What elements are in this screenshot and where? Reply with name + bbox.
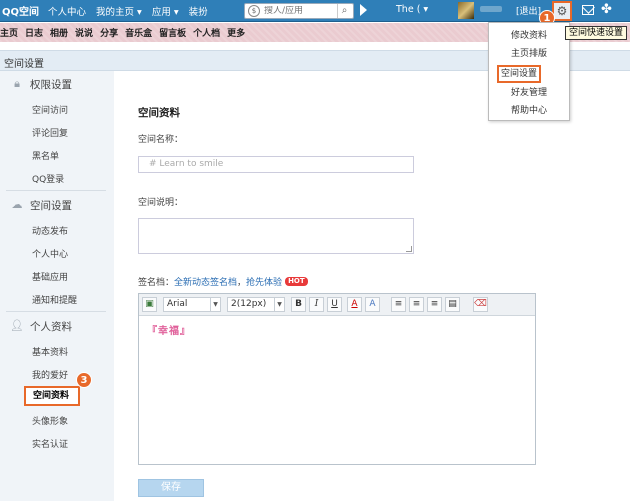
dropdown-space-settings[interactable]: 空间设置 xyxy=(497,65,541,83)
space-name-label: 空间名称： xyxy=(138,135,184,145)
signature-label: 签名档： xyxy=(138,278,175,288)
sidebar-item-basic-profile[interactable]: 基本资料 xyxy=(32,345,68,358)
sidebar-group-permissions[interactable]: 🔒︎ 权限设置 xyxy=(10,75,72,93)
dropdown-friend-management[interactable]: 好友管理 xyxy=(489,84,569,102)
chevron-down-icon: ▼ xyxy=(274,298,284,311)
font-size-select[interactable]: 2(12px) ▼ xyxy=(227,297,285,312)
page-title: 空间设置 xyxy=(4,59,44,70)
section-title: 空间资料 xyxy=(138,107,180,119)
sidebar-item-qq-login[interactable]: QQ登录 xyxy=(32,172,64,185)
nav-decorate[interactable]: 装扮 xyxy=(189,4,208,18)
top-bar: QQ空间 个人中心 我的主页 ▾ 应用 ▾ 装扮 $ ⌕ The ( ▾ [退出… xyxy=(0,0,630,22)
align-justify-icon[interactable]: ▤ xyxy=(445,297,460,312)
space-desc-label: 空间说明： xyxy=(138,198,184,208)
sidebar-group-label: 权限设置 xyxy=(30,78,72,91)
sidebar: 🔒︎ 权限设置 空间访问 评论回复 黑名单 QQ登录 ☁ 空间设置 动态发布 个… xyxy=(0,71,114,501)
sidebar-group-space-settings[interactable]: ☁ 空间设置 xyxy=(10,196,73,214)
lock-icon: 🔒︎ xyxy=(14,77,20,90)
menu-shuoshuo[interactable]: 说说 xyxy=(75,26,93,39)
sidebar-item-real-name[interactable]: 实名认证 xyxy=(32,437,68,450)
align-right-icon[interactable]: ≡ xyxy=(427,297,442,312)
sidebar-group-label: 空间设置 xyxy=(30,199,72,212)
divider xyxy=(6,190,106,191)
try-first-link[interactable]: 抢先体验 xyxy=(246,275,282,288)
font-family-select[interactable]: Arial ▼ xyxy=(163,297,221,312)
username-blurred[interactable] xyxy=(480,6,502,12)
chevron-down-icon: ▼ xyxy=(210,298,220,311)
text-effect-icon[interactable]: A xyxy=(365,297,380,312)
hot-badge: HOT xyxy=(285,277,308,286)
menu-music[interactable]: 音乐盒 xyxy=(125,26,152,39)
editor-content[interactable]: 『幸福』 xyxy=(147,322,191,337)
underline-icon[interactable]: U xyxy=(327,297,342,312)
avatar[interactable] xyxy=(458,2,474,19)
gear-tooltip: 空间快速设置 xyxy=(565,26,628,40)
sidebar-item-space-access[interactable]: 空间访问 xyxy=(32,103,68,116)
search-input[interactable] xyxy=(264,6,334,16)
save-button[interactable]: 保存 xyxy=(138,479,204,497)
logout-link[interactable]: [退出] xyxy=(516,4,541,17)
menu-blog[interactable]: 日志 xyxy=(25,26,43,39)
sidebar-item-space-profile[interactable]: 空间资料 xyxy=(24,386,80,406)
menu-more[interactable]: 更多 xyxy=(227,26,245,39)
nav-personal-center[interactable]: 个人中心 xyxy=(48,4,86,18)
qzone-logo[interactable]: QQ空间 xyxy=(0,3,48,18)
sidebar-group-profile[interactable]: 👤︎ 个人资料 xyxy=(10,317,72,335)
main-content: 空间资料 空间名称： # Learn to smile 空间说明： 签名档： 全… xyxy=(114,71,630,501)
sidebar-item-personal-center[interactable]: 个人中心 xyxy=(32,247,68,260)
bold-icon[interactable]: B xyxy=(291,297,306,312)
insert-image-icon[interactable]: ▣ xyxy=(142,297,157,312)
nav-my-homepage[interactable]: 我的主页 ▾ xyxy=(96,4,142,18)
signature-separator: ， xyxy=(237,278,247,288)
menu-profile[interactable]: 个人档 xyxy=(193,26,220,39)
sidebar-item-blacklist[interactable]: 黑名单 xyxy=(32,149,59,162)
cloud-settings-icon: ☁ xyxy=(11,198,23,211)
editor-toolbar: ▣ Arial ▼ 2(12px) ▼ B I U A A ≡ ≡ ≡ ▤ ⌫ xyxy=(139,294,535,316)
sidebar-item-avatar[interactable]: 头像形象 xyxy=(32,414,68,427)
dropdown-layout[interactable]: 主页排版 xyxy=(489,45,569,63)
menu-album[interactable]: 相册 xyxy=(50,26,68,39)
signature-row: 签名档： 全新动态签名档 ， 抢先体验 HOT xyxy=(138,275,308,288)
search-box: $ ⌕ xyxy=(244,3,354,19)
divider xyxy=(6,311,106,312)
step-badge-3: 3 xyxy=(76,372,92,388)
font-size-value: 2(12px) xyxy=(231,299,267,309)
new-signature-link[interactable]: 全新动态签名档 xyxy=(174,275,237,288)
sidebar-item-basic-apps[interactable]: 基础应用 xyxy=(32,270,68,283)
gear-icon[interactable]: ⚙ xyxy=(552,1,572,21)
font-color-icon[interactable]: A xyxy=(347,297,362,312)
nav-apps[interactable]: 应用 ▾ xyxy=(152,4,179,18)
resize-handle[interactable] xyxy=(406,246,412,252)
space-desc-textarea[interactable] xyxy=(138,218,414,254)
font-family-value: Arial xyxy=(167,299,188,309)
play-icon[interactable] xyxy=(360,4,367,16)
align-center-icon[interactable]: ≡ xyxy=(409,297,424,312)
italic-icon[interactable]: I xyxy=(309,297,324,312)
user-profile-icon: 👤︎ xyxy=(10,319,24,332)
eraser-icon[interactable]: ⌫ xyxy=(473,297,488,312)
menu-home[interactable]: 主页 xyxy=(0,26,18,39)
menu-share[interactable]: 分享 xyxy=(100,26,118,39)
clover-icon[interactable]: ✤ xyxy=(601,2,612,17)
space-name-input[interactable]: # Learn to smile xyxy=(138,156,414,173)
settings-dropdown: 修改资料 主页排版 空间设置 好友管理 帮助中心 xyxy=(488,22,570,121)
sidebar-item-hobbies[interactable]: 我的爱好 xyxy=(32,368,68,381)
sidebar-item-notifications[interactable]: 通知和提醒 xyxy=(32,293,77,306)
sidebar-group-label: 个人资料 xyxy=(30,320,72,333)
dollar-icon: $ xyxy=(248,5,260,17)
dropdown-edit-profile[interactable]: 修改资料 xyxy=(489,27,569,45)
dropdown-help-center[interactable]: 帮助中心 xyxy=(489,102,569,120)
sidebar-item-feed-publish[interactable]: 动态发布 xyxy=(32,224,68,237)
search-icon[interactable]: ⌕ xyxy=(337,4,351,18)
align-left-icon[interactable]: ≡ xyxy=(391,297,406,312)
menu-guestbook[interactable]: 留言板 xyxy=(159,26,186,39)
mail-icon[interactable] xyxy=(582,5,594,15)
friend-dropdown[interactable]: The ( ▾ xyxy=(396,4,428,15)
sidebar-item-comment-reply[interactable]: 评论回复 xyxy=(32,126,68,139)
signature-editor: ▣ Arial ▼ 2(12px) ▼ B I U A A ≡ ≡ ≡ ▤ ⌫ … xyxy=(138,293,536,465)
